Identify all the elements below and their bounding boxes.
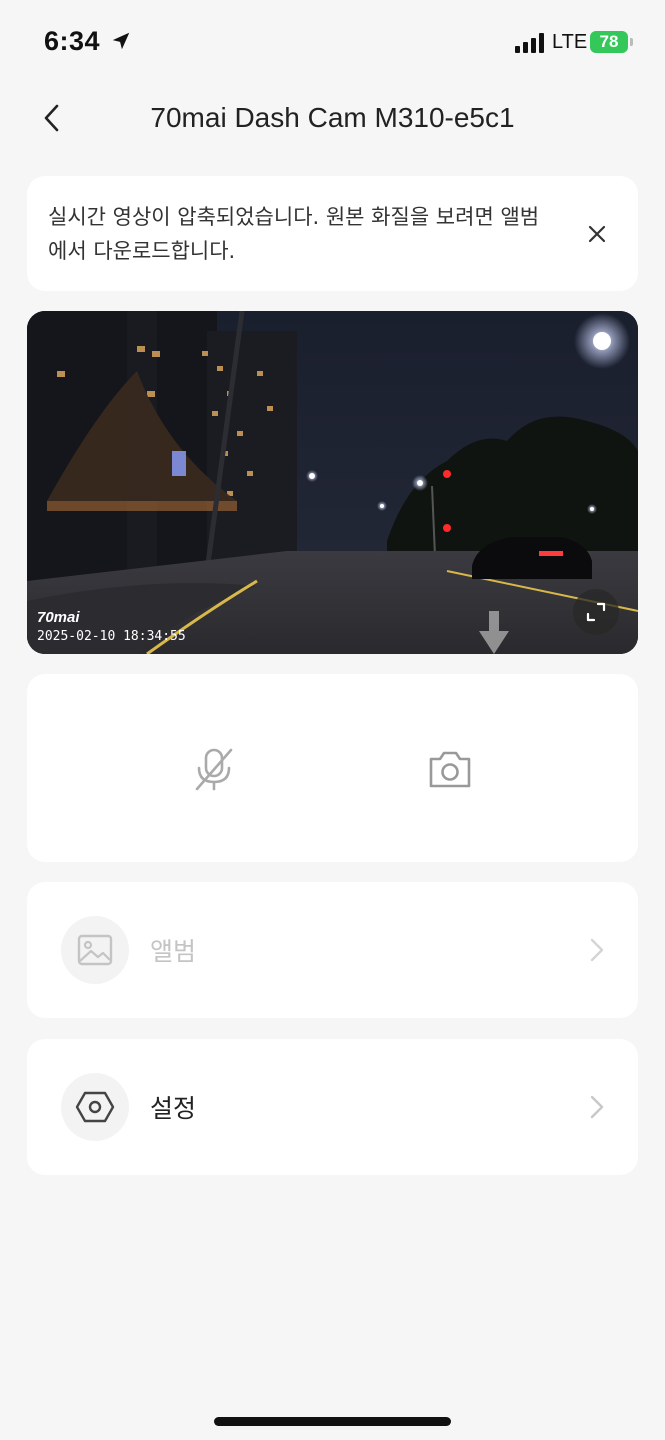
camera-icon[interactable] — [425, 744, 475, 794]
fullscreen-icon — [586, 602, 606, 622]
status-time: 6:34 — [44, 26, 101, 56]
battery-level: 78 — [590, 31, 628, 53]
live-video[interactable]: 70mai 2025-02-10 18:34:55 — [27, 311, 638, 654]
notice-banner: 실시간 영상이 압축되었습니다. 원본 화질을 보려면 앨범에서 다운로드합니다… — [27, 176, 638, 291]
video-timestamp: 2025-02-10 18:34:55 — [37, 629, 186, 644]
mic-off-icon[interactable] — [189, 744, 239, 794]
home-indicator[interactable] — [214, 1417, 451, 1426]
settings-icon-bg — [61, 1073, 129, 1141]
page-title: 70mai Dash Cam M310-e5c1 — [150, 102, 515, 133]
video-brand-label: 70mai — [37, 609, 80, 626]
album-icon-bg — [61, 916, 129, 984]
status-bar: 6:34 LTE 78 — [0, 0, 665, 84]
close-icon[interactable] — [583, 220, 611, 248]
chevron-right-icon — [590, 938, 604, 962]
menu-item-settings[interactable]: 설정 — [27, 1039, 638, 1175]
location-arrow-icon — [112, 32, 130, 50]
signal-icon — [515, 33, 544, 53]
fullscreen-button[interactable] — [573, 589, 619, 635]
network-type: LTE — [552, 31, 588, 53]
settings-label: 설정 — [150, 1094, 197, 1123]
album-label: 앨범 — [150, 937, 197, 966]
battery-icon: 78 — [590, 31, 634, 53]
menu-item-album[interactable]: 앨범 — [27, 882, 638, 1018]
header: 70mai Dash Cam M310-e5c1 — [0, 90, 665, 146]
settings-hexagon-icon — [75, 1091, 115, 1123]
control-panel — [27, 674, 638, 862]
video-frame — [27, 311, 638, 654]
notice-text: 실시간 영상이 압축되었습니다. 원본 화질을 보려면 앨범에서 다운로드합니다… — [48, 205, 540, 263]
image-icon — [77, 934, 113, 966]
chevron-right-icon — [590, 1095, 604, 1119]
